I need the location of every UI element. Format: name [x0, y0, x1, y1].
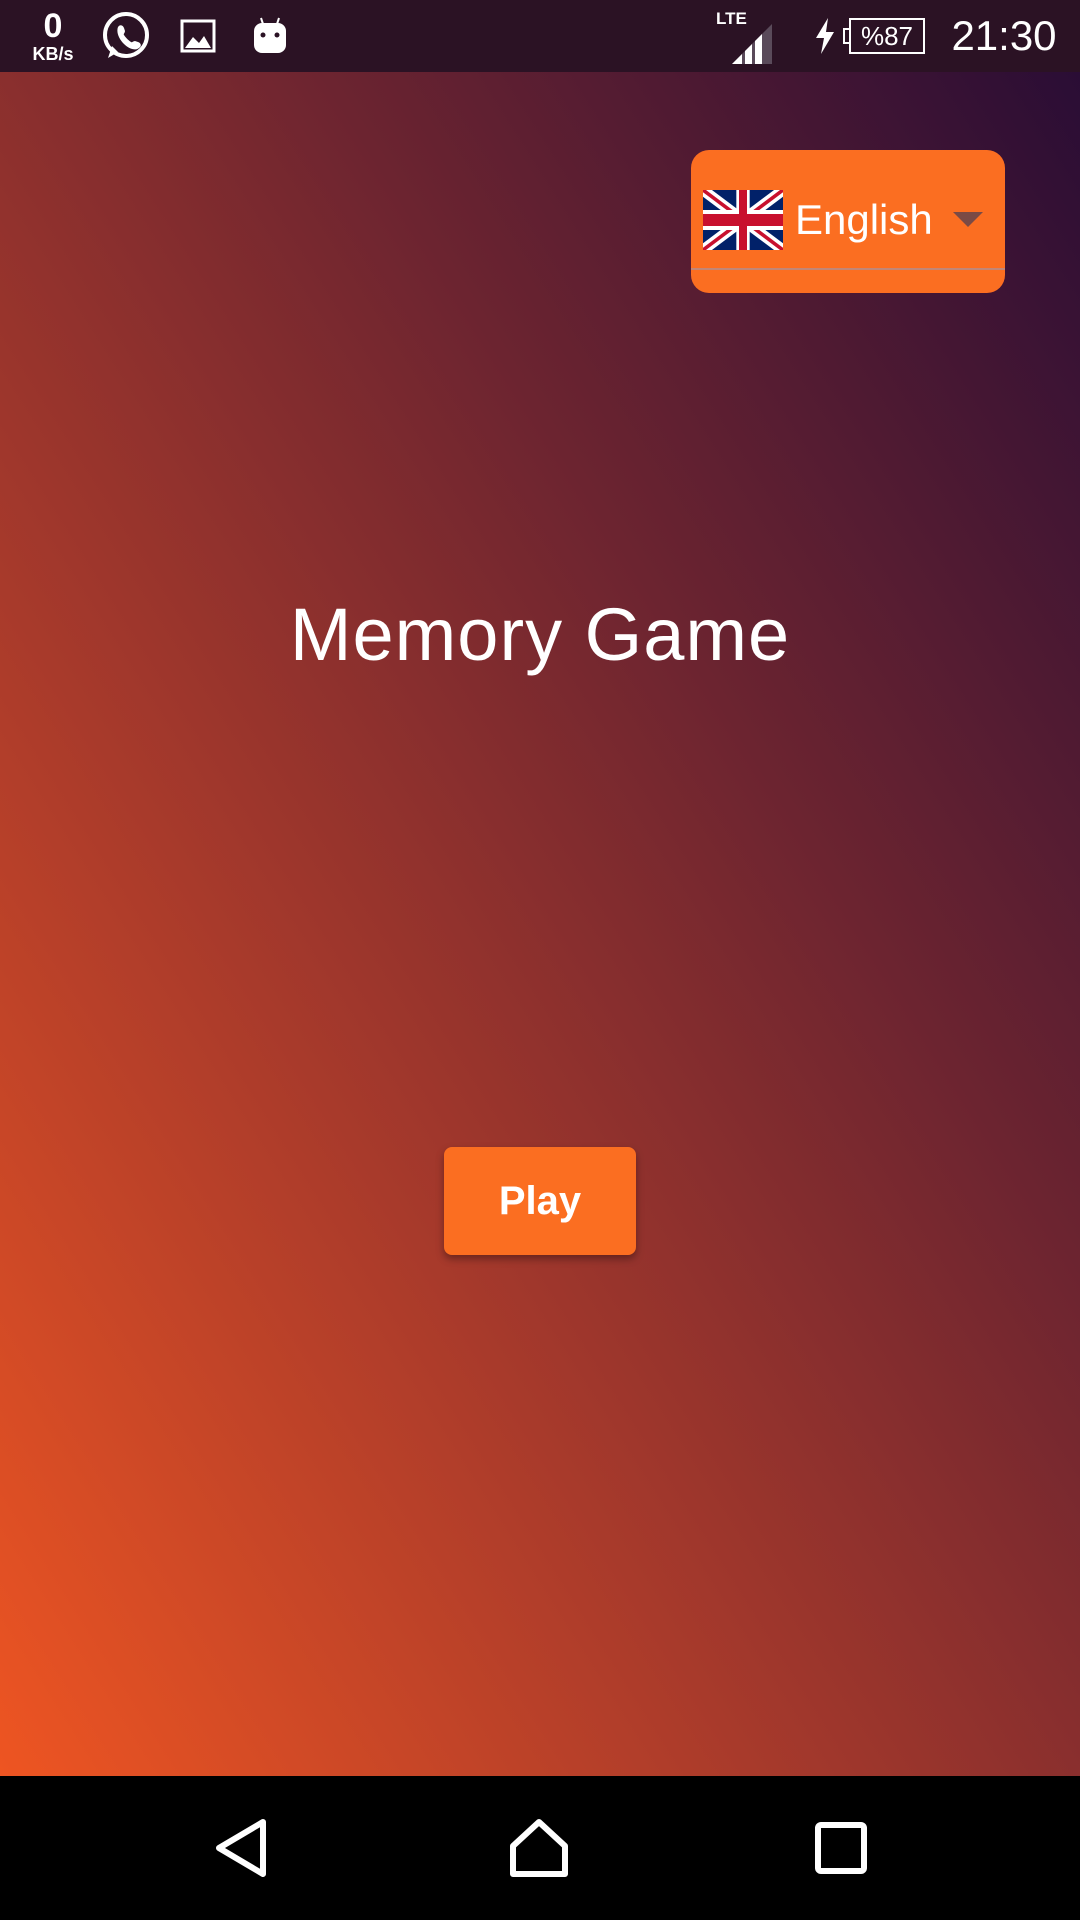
app-content: English Memory Game Play	[0, 72, 1080, 1776]
network-speed-value: 0	[43, 7, 63, 45]
language-selector-underline	[691, 268, 1005, 270]
battery-level: %87	[843, 18, 925, 54]
whatsapp-icon	[98, 0, 154, 72]
home-button[interactable]	[494, 1806, 584, 1890]
language-selector[interactable]: English	[691, 150, 1005, 293]
charging-icon	[810, 0, 840, 72]
play-button[interactable]: Play	[444, 1147, 636, 1255]
dropdown-arrow-icon	[953, 212, 983, 227]
language-label: English	[795, 196, 933, 243]
signal-icon: LTE	[712, 0, 778, 72]
status-bar: 0 KB/s LTE %87 21:30	[0, 0, 1080, 72]
back-icon	[216, 1819, 266, 1877]
battery-icon: %87	[843, 0, 928, 72]
uk-flag-icon	[703, 190, 783, 250]
network-speed-unit: KB/s	[32, 44, 74, 64]
language-selector-content: English	[703, 190, 1005, 250]
network-type-label: LTE	[716, 9, 747, 28]
android-icon	[250, 0, 290, 72]
page-title: Memory Game	[289, 593, 791, 676]
recent-apps-icon	[815, 1822, 867, 1874]
network-speed: 0 KB/s	[22, 0, 84, 72]
gallery-icon	[178, 0, 218, 72]
back-button[interactable]	[196, 1806, 286, 1890]
clock: 21:30	[951, 12, 1057, 59]
recent-apps-button[interactable]	[796, 1806, 886, 1890]
home-icon	[510, 1819, 568, 1877]
navigation-bar	[0, 1776, 1080, 1920]
